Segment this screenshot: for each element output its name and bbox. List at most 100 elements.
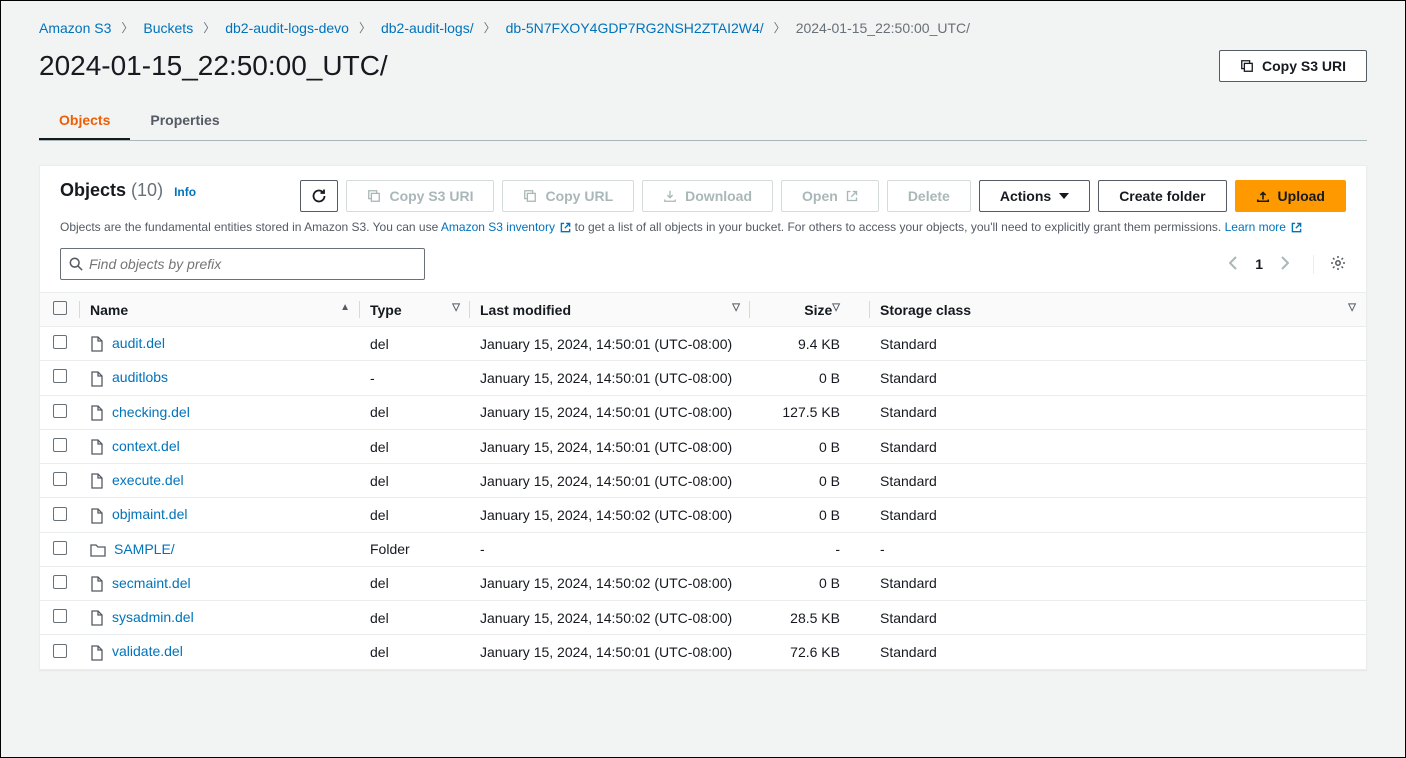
table-row: SAMPLE/Folder---	[40, 532, 1366, 566]
chevron-right-icon: 〉	[121, 19, 133, 36]
tab-objects[interactable]: Objects	[39, 102, 130, 140]
row-checkbox[interactable]	[53, 644, 67, 658]
inventory-link[interactable]: Amazon S3 inventory	[441, 220, 571, 234]
cell-type: del	[360, 566, 470, 600]
row-checkbox[interactable]	[53, 438, 67, 452]
open-label: Open	[802, 188, 838, 204]
cell-modified: January 15, 2024, 14:50:02 (UTC-08:00)	[470, 566, 750, 600]
file-icon	[90, 473, 104, 489]
object-name-link[interactable]: context.del	[112, 438, 180, 454]
upload-button[interactable]: Upload	[1235, 180, 1346, 212]
upload-label: Upload	[1278, 188, 1325, 204]
cell-storage: Standard	[870, 464, 1366, 498]
copy-icon	[367, 189, 381, 203]
table-row: checking.deldelJanuary 15, 2024, 14:50:0…	[40, 395, 1366, 429]
object-name-link[interactable]: audit.del	[112, 335, 165, 351]
breadcrumb-item[interactable]: Amazon S3	[39, 20, 111, 36]
row-checkbox[interactable]	[53, 541, 67, 555]
column-modified-label: Last modified	[480, 302, 571, 318]
learn-more-text: Learn more	[1225, 220, 1286, 234]
objects-panel: Objects (10) Info Copy S3 URI Copy URL	[39, 165, 1367, 670]
cell-type: del	[360, 601, 470, 635]
cell-size: 0 B	[750, 566, 870, 600]
row-checkbox[interactable]	[53, 404, 67, 418]
table-row: secmaint.del delJanuary 15, 2024, 14:50:0…	[40, 566, 1366, 600]
cell-storage: Standard	[870, 498, 1366, 532]
column-modified[interactable]: Last modified▽	[470, 293, 750, 327]
row-checkbox[interactable]	[53, 369, 67, 383]
delete-label: Delete	[908, 188, 950, 204]
cell-size: 72.6 KB	[750, 635, 870, 669]
object-name-link[interactable]: checking.del	[112, 404, 190, 420]
object-name-link[interactable]: auditlobs	[112, 369, 168, 385]
copy-s3-uri-button[interactable]: Copy S3 URI	[1219, 50, 1367, 82]
object-name-link[interactable]: SAMPLE/	[114, 541, 175, 557]
search-input-wrapper[interactable]	[60, 248, 425, 280]
row-checkbox[interactable]	[53, 335, 67, 349]
row-checkbox[interactable]	[53, 472, 67, 486]
object-name-link[interactable]: objmaint.del	[112, 506, 188, 522]
next-page-button[interactable]	[1279, 256, 1289, 273]
column-size[interactable]: Size▽	[750, 293, 870, 327]
info-link[interactable]: Info	[174, 185, 196, 199]
cell-size: 28.5 KB	[750, 601, 870, 635]
object-name-link[interactable]: execute.del	[112, 472, 184, 488]
cell-size: 0 B	[750, 429, 870, 463]
tab-properties[interactable]: Properties	[130, 102, 239, 140]
cell-modified: January 15, 2024, 14:50:01 (UTC-08:00)	[470, 635, 750, 669]
open-button[interactable]: Open	[781, 180, 879, 212]
learn-more-link[interactable]: Learn more	[1225, 220, 1303, 234]
sort-icon: ▽	[832, 302, 840, 313]
column-storage-label: Storage class	[880, 302, 971, 318]
cell-size: 9.4 KB	[750, 327, 870, 361]
row-checkbox[interactable]	[53, 507, 67, 521]
select-all-checkbox[interactable]	[53, 301, 67, 315]
object-name-link[interactable]: secmaint.del	[112, 575, 191, 591]
actions-button[interactable]: Actions	[979, 180, 1090, 212]
row-checkbox[interactable]	[53, 609, 67, 623]
object-name-link[interactable]: sysadmin.del	[112, 609, 194, 625]
column-type[interactable]: Type▽	[360, 293, 470, 327]
breadcrumb-item: 2024-01-15_22:50:00_UTC/	[796, 20, 970, 36]
objects-table: Name▲ Type▽ Last modified▽ Size▽ Storage…	[40, 292, 1366, 669]
prev-page-button[interactable]	[1229, 256, 1239, 273]
breadcrumb-item[interactable]: Buckets	[143, 20, 193, 36]
cell-storage: Standard	[870, 361, 1366, 395]
cell-size: 127.5 KB	[750, 395, 870, 429]
cell-type: del	[360, 429, 470, 463]
cell-type: del	[360, 327, 470, 361]
copy-s3-uri-toolbar-label: Copy S3 URI	[389, 188, 473, 204]
breadcrumb-item[interactable]: db2-audit-logs-devo	[225, 20, 349, 36]
panel-count: (10)	[131, 180, 163, 200]
column-size-label: Size	[804, 302, 832, 318]
cell-modified: January 15, 2024, 14:50:01 (UTC-08:00)	[470, 327, 750, 361]
copy-url-button[interactable]: Copy URL	[502, 180, 634, 212]
download-button[interactable]: Download	[642, 180, 773, 212]
cell-storage: -	[870, 532, 1366, 566]
column-name[interactable]: Name▲	[80, 293, 360, 327]
cell-size: -	[750, 532, 870, 566]
create-folder-button[interactable]: Create folder	[1098, 180, 1226, 212]
copy-s3-uri-toolbar-button[interactable]: Copy S3 URI	[346, 180, 494, 212]
file-icon	[90, 508, 104, 524]
object-name-link[interactable]: validate.del	[112, 643, 183, 659]
refresh-icon	[311, 188, 327, 204]
delete-button[interactable]: Delete	[887, 180, 971, 212]
cell-type: del	[360, 498, 470, 532]
refresh-button[interactable]	[300, 180, 338, 212]
cell-type: del	[360, 464, 470, 498]
cell-modified: -	[470, 532, 750, 566]
breadcrumb-item[interactable]: db2-audit-logs/	[381, 20, 474, 36]
row-checkbox[interactable]	[53, 575, 67, 589]
download-label: Download	[685, 188, 752, 204]
column-storage[interactable]: Storage class▽	[870, 293, 1366, 327]
chevron-down-icon	[1059, 191, 1069, 201]
cell-storage: Standard	[870, 327, 1366, 361]
cell-size: 0 B	[750, 498, 870, 532]
search-input[interactable]	[89, 256, 416, 272]
select-all-header[interactable]	[40, 293, 80, 327]
settings-button[interactable]	[1313, 255, 1346, 274]
breadcrumb-item[interactable]: db-5N7FXOY4GDP7RG2NSH2ZTAI2W4/	[506, 20, 764, 36]
table-row: audit.del delJanuary 15, 2024, 14:50:01 (…	[40, 327, 1366, 361]
table-row: auditlobs-January 15, 2024, 14:50:01 (UT…	[40, 361, 1366, 395]
